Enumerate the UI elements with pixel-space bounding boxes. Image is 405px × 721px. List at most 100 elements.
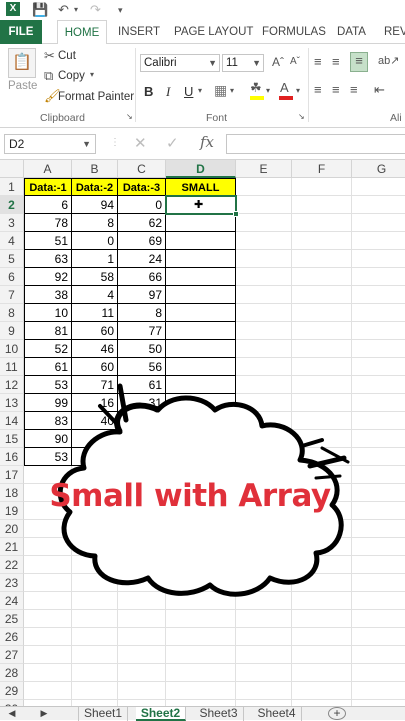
cell[interactable] [236, 286, 292, 304]
table-cell[interactable]: 58 [72, 268, 118, 286]
chevron-down-icon[interactable]: ▼ [252, 55, 261, 71]
cell[interactable] [352, 628, 405, 646]
table-cell[interactable]: 61 [118, 376, 166, 394]
cell[interactable] [352, 520, 405, 538]
cell[interactable] [292, 214, 352, 232]
row-header[interactable]: 6 [0, 268, 24, 286]
table-cell[interactable] [72, 448, 118, 466]
tab-page-layout[interactable]: PAGE LAYOUT [174, 20, 253, 44]
cell[interactable] [352, 232, 405, 250]
cell[interactable] [24, 682, 72, 700]
underline-button[interactable]: U [184, 84, 193, 99]
cell[interactable] [352, 556, 405, 574]
table-cell[interactable]: 71 [72, 376, 118, 394]
cell[interactable] [118, 574, 166, 592]
cell[interactable] [292, 412, 352, 430]
chevron-down-icon[interactable]: ▼ [82, 135, 91, 153]
undo-dropdown-icon[interactable]: ▾ [74, 5, 78, 14]
cell[interactable] [24, 610, 72, 628]
cell[interactable] [292, 430, 352, 448]
cell[interactable] [352, 538, 405, 556]
cell[interactable] [352, 502, 405, 520]
row-header[interactable]: 23 [0, 574, 24, 592]
cell[interactable] [118, 556, 166, 574]
formula-input[interactable] [226, 134, 405, 154]
table-cell[interactable]: 10 [24, 304, 72, 322]
grow-font-icon[interactable]: Aˆ [272, 55, 284, 69]
cell[interactable] [72, 628, 118, 646]
table-cell[interactable]: 56 [118, 358, 166, 376]
row-header[interactable]: 13 [0, 394, 24, 412]
fill-handle[interactable] [233, 211, 239, 217]
table-cell[interactable] [166, 412, 236, 430]
cell[interactable] [236, 412, 292, 430]
cell[interactable] [118, 520, 166, 538]
sheet-tab-4[interactable]: Sheet4 [252, 707, 302, 721]
underline-dropdown-icon[interactable]: ▾ [198, 86, 202, 95]
table-cell[interactable]: 66 [118, 268, 166, 286]
table-cell[interactable] [166, 376, 236, 394]
cell[interactable] [72, 520, 118, 538]
align-top-icon[interactable]: ≡ [314, 54, 322, 69]
cell[interactable] [72, 664, 118, 682]
cell[interactable] [236, 376, 292, 394]
cell[interactable] [236, 592, 292, 610]
cell[interactable] [72, 646, 118, 664]
row-header[interactable]: 1 [0, 178, 24, 196]
cell[interactable] [352, 412, 405, 430]
cell[interactable] [352, 322, 405, 340]
tab-formulas[interactable]: FORMULAS [262, 20, 326, 44]
cell[interactable] [24, 628, 72, 646]
font-size-combo[interactable]: 11 ▼ [222, 54, 264, 72]
cell[interactable] [236, 556, 292, 574]
worksheet-grid[interactable]: A B C D E F G 1 Data:-1 Data:-2 Data:-3 SMALL 2 6 94 0 3… [0, 160, 405, 706]
cell[interactable] [166, 520, 236, 538]
bold-button[interactable]: B [144, 84, 153, 99]
cell[interactable] [72, 682, 118, 700]
cell[interactable] [352, 574, 405, 592]
cell[interactable] [352, 196, 405, 214]
cell[interactable] [292, 232, 352, 250]
table-cell[interactable]: 62 [118, 214, 166, 232]
cell[interactable] [236, 394, 292, 412]
table-cell[interactable]: 81 [24, 322, 72, 340]
cell[interactable] [352, 484, 405, 502]
column-header-g[interactable]: G [352, 160, 405, 178]
copy-icon[interactable]: ⧉ [44, 68, 53, 84]
row-header[interactable]: 12 [0, 376, 24, 394]
table-cell[interactable]: 6 [24, 196, 72, 214]
table-cell[interactable]: 0 [72, 232, 118, 250]
cell[interactable] [236, 232, 292, 250]
cell[interactable] [292, 574, 352, 592]
save-icon[interactable]: 💾 [32, 2, 48, 18]
table-cell[interactable]: 1 [72, 250, 118, 268]
tab-insert[interactable]: INSERT [118, 20, 160, 44]
copy-dropdown-icon[interactable]: ▾ [90, 70, 94, 79]
table-cell[interactable]: 69 [118, 232, 166, 250]
cell[interactable] [236, 430, 292, 448]
table-cell[interactable]: 52 [24, 340, 72, 358]
cell[interactable] [236, 448, 292, 466]
row-header[interactable]: 15 [0, 430, 24, 448]
cell[interactable] [24, 646, 72, 664]
cell[interactable] [352, 430, 405, 448]
cell[interactable] [292, 196, 352, 214]
table-cell[interactable]: 60 [72, 358, 118, 376]
cell[interactable] [352, 682, 405, 700]
cell[interactable] [118, 646, 166, 664]
cell[interactable] [24, 574, 72, 592]
cell[interactable] [166, 538, 236, 556]
cell[interactable] [352, 394, 405, 412]
cut-icon[interactable]: ✂ [44, 48, 55, 64]
row-header[interactable]: 11 [0, 358, 24, 376]
cell[interactable] [236, 646, 292, 664]
column-header-a[interactable]: A [24, 160, 72, 178]
row-header[interactable]: 19 [0, 502, 24, 520]
format-painter-button[interactable]: Format Painter [58, 91, 134, 103]
table-cell[interactable] [166, 214, 236, 232]
row-header[interactable]: 8 [0, 304, 24, 322]
row-header[interactable]: 29 [0, 682, 24, 700]
table-cell[interactable]: 11 [72, 304, 118, 322]
table-cell[interactable]: 53 [24, 448, 72, 466]
table-cell[interactable] [166, 268, 236, 286]
